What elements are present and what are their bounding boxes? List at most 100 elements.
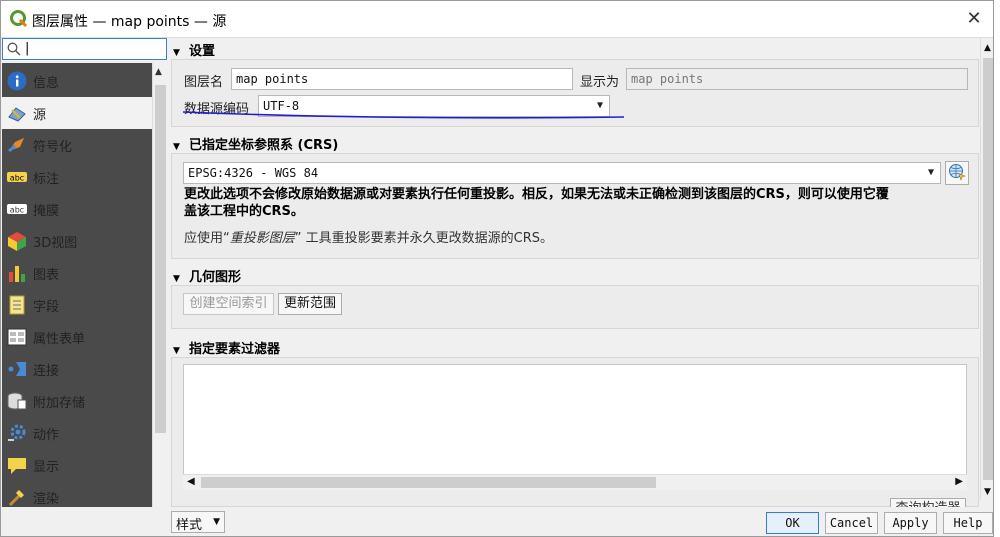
geometry-heading[interactable]: ▼ 几何图形 (173, 266, 241, 285)
chevron-down-icon: ▼ (927, 167, 934, 178)
window-title: 图层属性 — map points — 源 (32, 14, 227, 30)
crs-value: EPSG:4326 - WGS 84 (188, 166, 319, 180)
actions-icon (8, 424, 26, 441)
diagrams-icon (9, 266, 25, 282)
hint-prefix: 应使用“ (184, 231, 230, 246)
crs-selector-button[interactable] (945, 161, 969, 185)
layer-name-input[interactable]: map points (231, 68, 573, 90)
labels-icon: abc (7, 172, 27, 183)
crs-warning-line2: 盖该工程中的CRS。 (184, 204, 304, 219)
create-spatial-index-button: 创建空间索引 (183, 293, 274, 315)
close-icon[interactable]: ✕ (961, 7, 987, 31)
search-icon (7, 42, 21, 56)
sidebar-item-label: 属性表单 (33, 332, 86, 347)
sidebar-item-label: 源 (33, 108, 47, 123)
display-icon (8, 458, 26, 474)
collapse-triangle-icon: ▼ (173, 346, 180, 356)
qgis-logo-icon (10, 10, 28, 28)
crs-combo[interactable]: EPSG:4326 - WGS 84 ▼ (183, 162, 941, 184)
chevron-down-icon: ▼ (213, 517, 220, 527)
background-window-edge (994, 0, 1000, 537)
globe-icon (949, 164, 966, 181)
section-title: 设置 (189, 44, 216, 59)
reproject-tool-name: 重投影图层 (229, 231, 295, 246)
scrollbar-thumb[interactable] (201, 477, 656, 488)
sidebar-item-attributes-form[interactable]: 属性表单 (2, 321, 152, 353)
collapse-triangle-icon: ▼ (173, 142, 180, 152)
sidebar-item-label: 字段 (33, 300, 60, 315)
display-as-label: 显示为 (580, 75, 620, 90)
3d-view-icon (8, 232, 26, 251)
layer-properties-dialog: 图层属性 — map points — 源 ✕ | 信息 源 符号化 abc 标… (0, 0, 994, 537)
sidebar-scrollbar[interactable]: ▲ ▼ (152, 63, 167, 534)
sidebar-item-display[interactable]: 显示 (2, 449, 152, 481)
scroll-left-icon[interactable]: ◀ (187, 476, 195, 487)
sidebar-item-symbology[interactable]: 符号化 (2, 129, 152, 161)
title-bar: 图层属性 — map points — 源 ✕ (1, 1, 993, 38)
collapse-triangle-icon: ▼ (173, 48, 180, 58)
sidebar-item-info[interactable]: 信息 (2, 65, 152, 97)
sidebar-item-mask[interactable]: abc 掩膜 (2, 193, 152, 225)
sidebar-item-label: 3D视图 (33, 236, 78, 251)
rendering-icon (8, 490, 24, 507)
attributes-form-icon (7, 328, 27, 346)
fields-icon (9, 295, 25, 315)
sidebar-item-label: 附加存储 (33, 396, 86, 411)
sidebar-item-actions[interactable]: 动作 (2, 417, 152, 449)
sidebar-item-label: 显示 (33, 460, 60, 475)
settings-heading[interactable]: ▼ 设置 (173, 40, 215, 59)
display-as-field: map points (626, 68, 968, 90)
scroll-down-icon[interactable]: ▼ (984, 487, 991, 497)
sidebar-item-diagrams[interactable]: 图表 (2, 257, 152, 289)
style-label: 样式 (176, 518, 203, 533)
sidebar-item-label: 信息 (33, 76, 60, 91)
joins-icon (8, 362, 26, 376)
sidebar-item-label: 渲染 (33, 492, 60, 507)
cancel-button[interactable]: Cancel (825, 512, 878, 534)
search-input[interactable]: | (2, 38, 167, 60)
sidebar-item-label: 图表 (33, 268, 60, 283)
symbology-icon (8, 138, 24, 153)
sidebar-item-label: 标注 (33, 172, 60, 187)
sidebar-item-label: 动作 (33, 428, 60, 443)
text-caret: | (25, 41, 30, 56)
sidebar-item-labels[interactable]: abc 标注 (2, 161, 152, 193)
scroll-right-icon[interactable]: ▶ (955, 476, 963, 487)
sidebar: 信息 源 符号化 abc 标注 abc 掩膜 3D视图 图表 字段 属性表单 连… (2, 63, 152, 536)
auxiliary-storage-icon (7, 392, 27, 410)
filter-expression-textarea[interactable] (183, 364, 967, 490)
sidebar-item-source[interactable]: 源 (2, 97, 152, 129)
sidebar-item-label: 连接 (33, 364, 60, 379)
annotation-underline (182, 111, 625, 119)
info-icon (7, 71, 27, 91)
layer-name-label: 图层名 (184, 75, 224, 90)
filter-heading[interactable]: ▼ 指定要素过滤器 (173, 338, 280, 357)
mask-icon: abc (7, 204, 27, 215)
sidebar-item-joins[interactable]: 连接 (2, 353, 152, 385)
section-title: 几何图形 (189, 270, 242, 285)
section-title: 指定要素过滤器 (189, 342, 281, 357)
sidebar-item-label: 掩膜 (33, 204, 60, 219)
section-title: 已指定坐标参照系 (CRS) (189, 138, 339, 153)
svg-text:abc: abc (10, 174, 24, 183)
hint-suffix: ” 工具重投影要素并永久更改数据源的CRS。 (294, 231, 553, 246)
svg-text:abc: abc (10, 206, 24, 215)
filter-horizontal-scrollbar[interactable]: ◀ ▶ (183, 474, 967, 490)
sidebar-item-3d-view[interactable]: 3D视图 (2, 225, 152, 257)
scroll-up-icon[interactable]: ▲ (984, 43, 991, 53)
ok-button[interactable]: OK (766, 512, 819, 534)
crs-hint: 应使用“重投影图层” 工具重投影要素并永久更改数据源的CRS。 (184, 227, 553, 246)
crs-heading[interactable]: ▼ 已指定坐标参照系 (CRS) (173, 134, 338, 153)
scrollbar-thumb[interactable] (983, 58, 993, 480)
sidebar-item-fields[interactable]: 字段 (2, 289, 152, 321)
scrollbar-thumb[interactable] (155, 85, 166, 433)
update-extent-button[interactable]: 更新范围 (278, 293, 342, 315)
sidebar-item-label: 符号化 (33, 140, 73, 155)
main-scrollbar[interactable]: ▲ ▼ (980, 38, 993, 500)
collapse-triangle-icon: ▼ (173, 274, 180, 284)
help-button[interactable]: Help (943, 512, 993, 534)
sidebar-item-auxiliary-storage[interactable]: 附加存储 (2, 385, 152, 417)
apply-button[interactable]: Apply (884, 512, 937, 534)
style-menu-button[interactable]: 样式 ▼ (171, 511, 225, 533)
scroll-up-icon[interactable]: ▲ (155, 67, 162, 77)
